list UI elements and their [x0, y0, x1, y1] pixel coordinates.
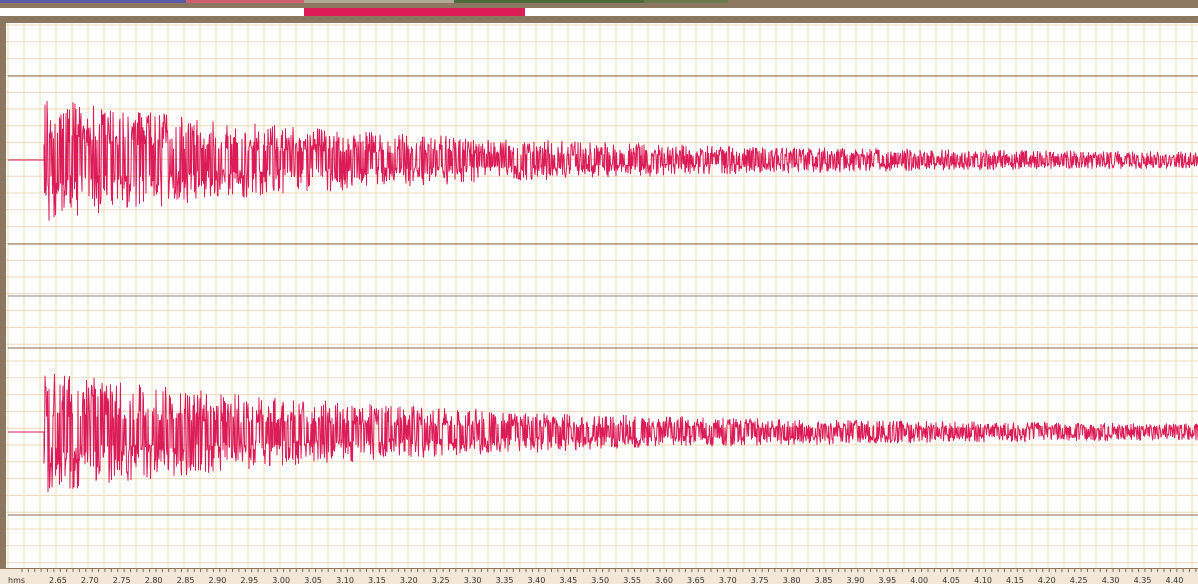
overview-segment-3 [304, 0, 454, 3]
time-ruler-canvas[interactable]: 2.65 2.70 2.75 2.80 2.85 2.90 2.95 3.00 3.05 3.10… [0, 569, 1198, 585]
overview-segment-5 [644, 0, 728, 3]
ruler-ticks: 2.65 2.70 2.75 2.80 2.85 2.90 2.95 3.00 3.05 3.10… [21, 569, 1197, 585]
overview-segment-1 [0, 0, 186, 3]
overview-bar[interactable] [0, 0, 1198, 8]
track-channel-1[interactable] [8, 100, 1198, 221]
waveform-top-border [0, 16, 1198, 23]
track-channel-2[interactable] [8, 373, 1198, 493]
overview-segment-2 [186, 0, 304, 3]
overview-strip [0, 8, 1198, 16]
audio-editor-window: 2.65 2.70 2.75 2.80 2.85 2.90 2.95 3.00 3.05 3.10… [0, 0, 1198, 585]
time-ruler[interactable]: 2.65 2.70 2.75 2.80 2.85 2.90 2.95 3.00 3.05 3.10… [0, 568, 1198, 585]
waveform-canvas[interactable] [6, 23, 1198, 568]
channel-1-waveform [43, 100, 1198, 221]
overview-segment-4 [454, 0, 644, 3]
overview-viewport-handle[interactable] [304, 8, 525, 16]
channel-2-waveform [43, 373, 1198, 493]
waveform-display[interactable] [6, 23, 1198, 572]
